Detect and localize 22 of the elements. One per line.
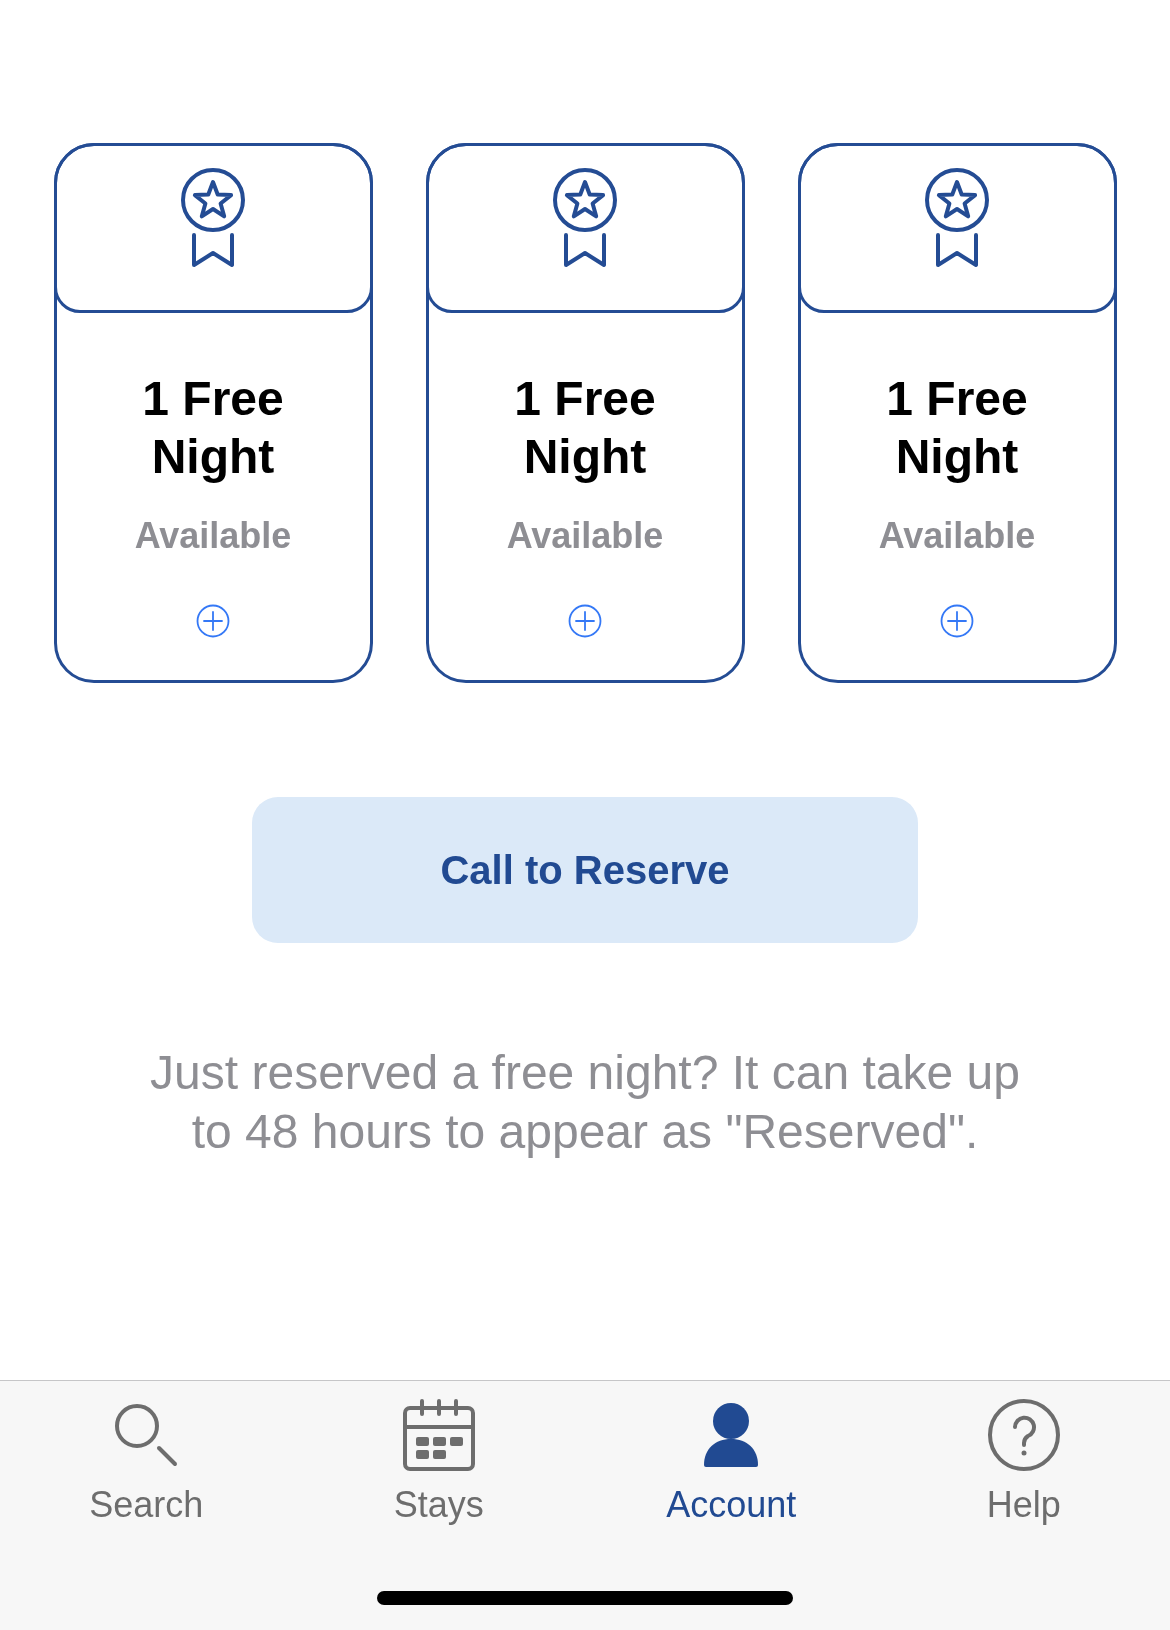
help-icon — [986, 1398, 1061, 1472]
card-title: 1 Free Night — [885, 371, 1029, 485]
card-title: 1 Free Night — [141, 371, 285, 485]
calendar-icon — [402, 1399, 475, 1471]
plus-circle-icon[interactable] — [940, 604, 974, 638]
availability-status: Available — [134, 514, 292, 558]
plus-circle-icon[interactable] — [196, 604, 230, 638]
award-ribbon-icon — [181, 168, 245, 268]
award-ribbon-icon — [553, 168, 617, 268]
availability-status: Available — [878, 514, 1036, 558]
call-to-reserve-button[interactable]: Call to Reserve — [252, 797, 918, 943]
search-icon — [114, 1403, 179, 1467]
tab[interactable]: Stays — [393, 1398, 484, 1527]
availability-status: Available — [506, 514, 664, 558]
tab[interactable]: Search — [89, 1398, 204, 1527]
tab[interactable]: Account — [666, 1398, 797, 1527]
plus-circle-icon[interactable] — [568, 604, 602, 638]
card-title: 1 Free Night — [513, 371, 657, 485]
award-ribbon-icon — [925, 168, 989, 268]
tab[interactable]: Help — [986, 1398, 1061, 1527]
person-icon — [703, 1403, 760, 1467]
reservation-note: Just reserved a free night? It can take up to 48 hours to appear as "Reserved". — [149, 1045, 1021, 1160]
